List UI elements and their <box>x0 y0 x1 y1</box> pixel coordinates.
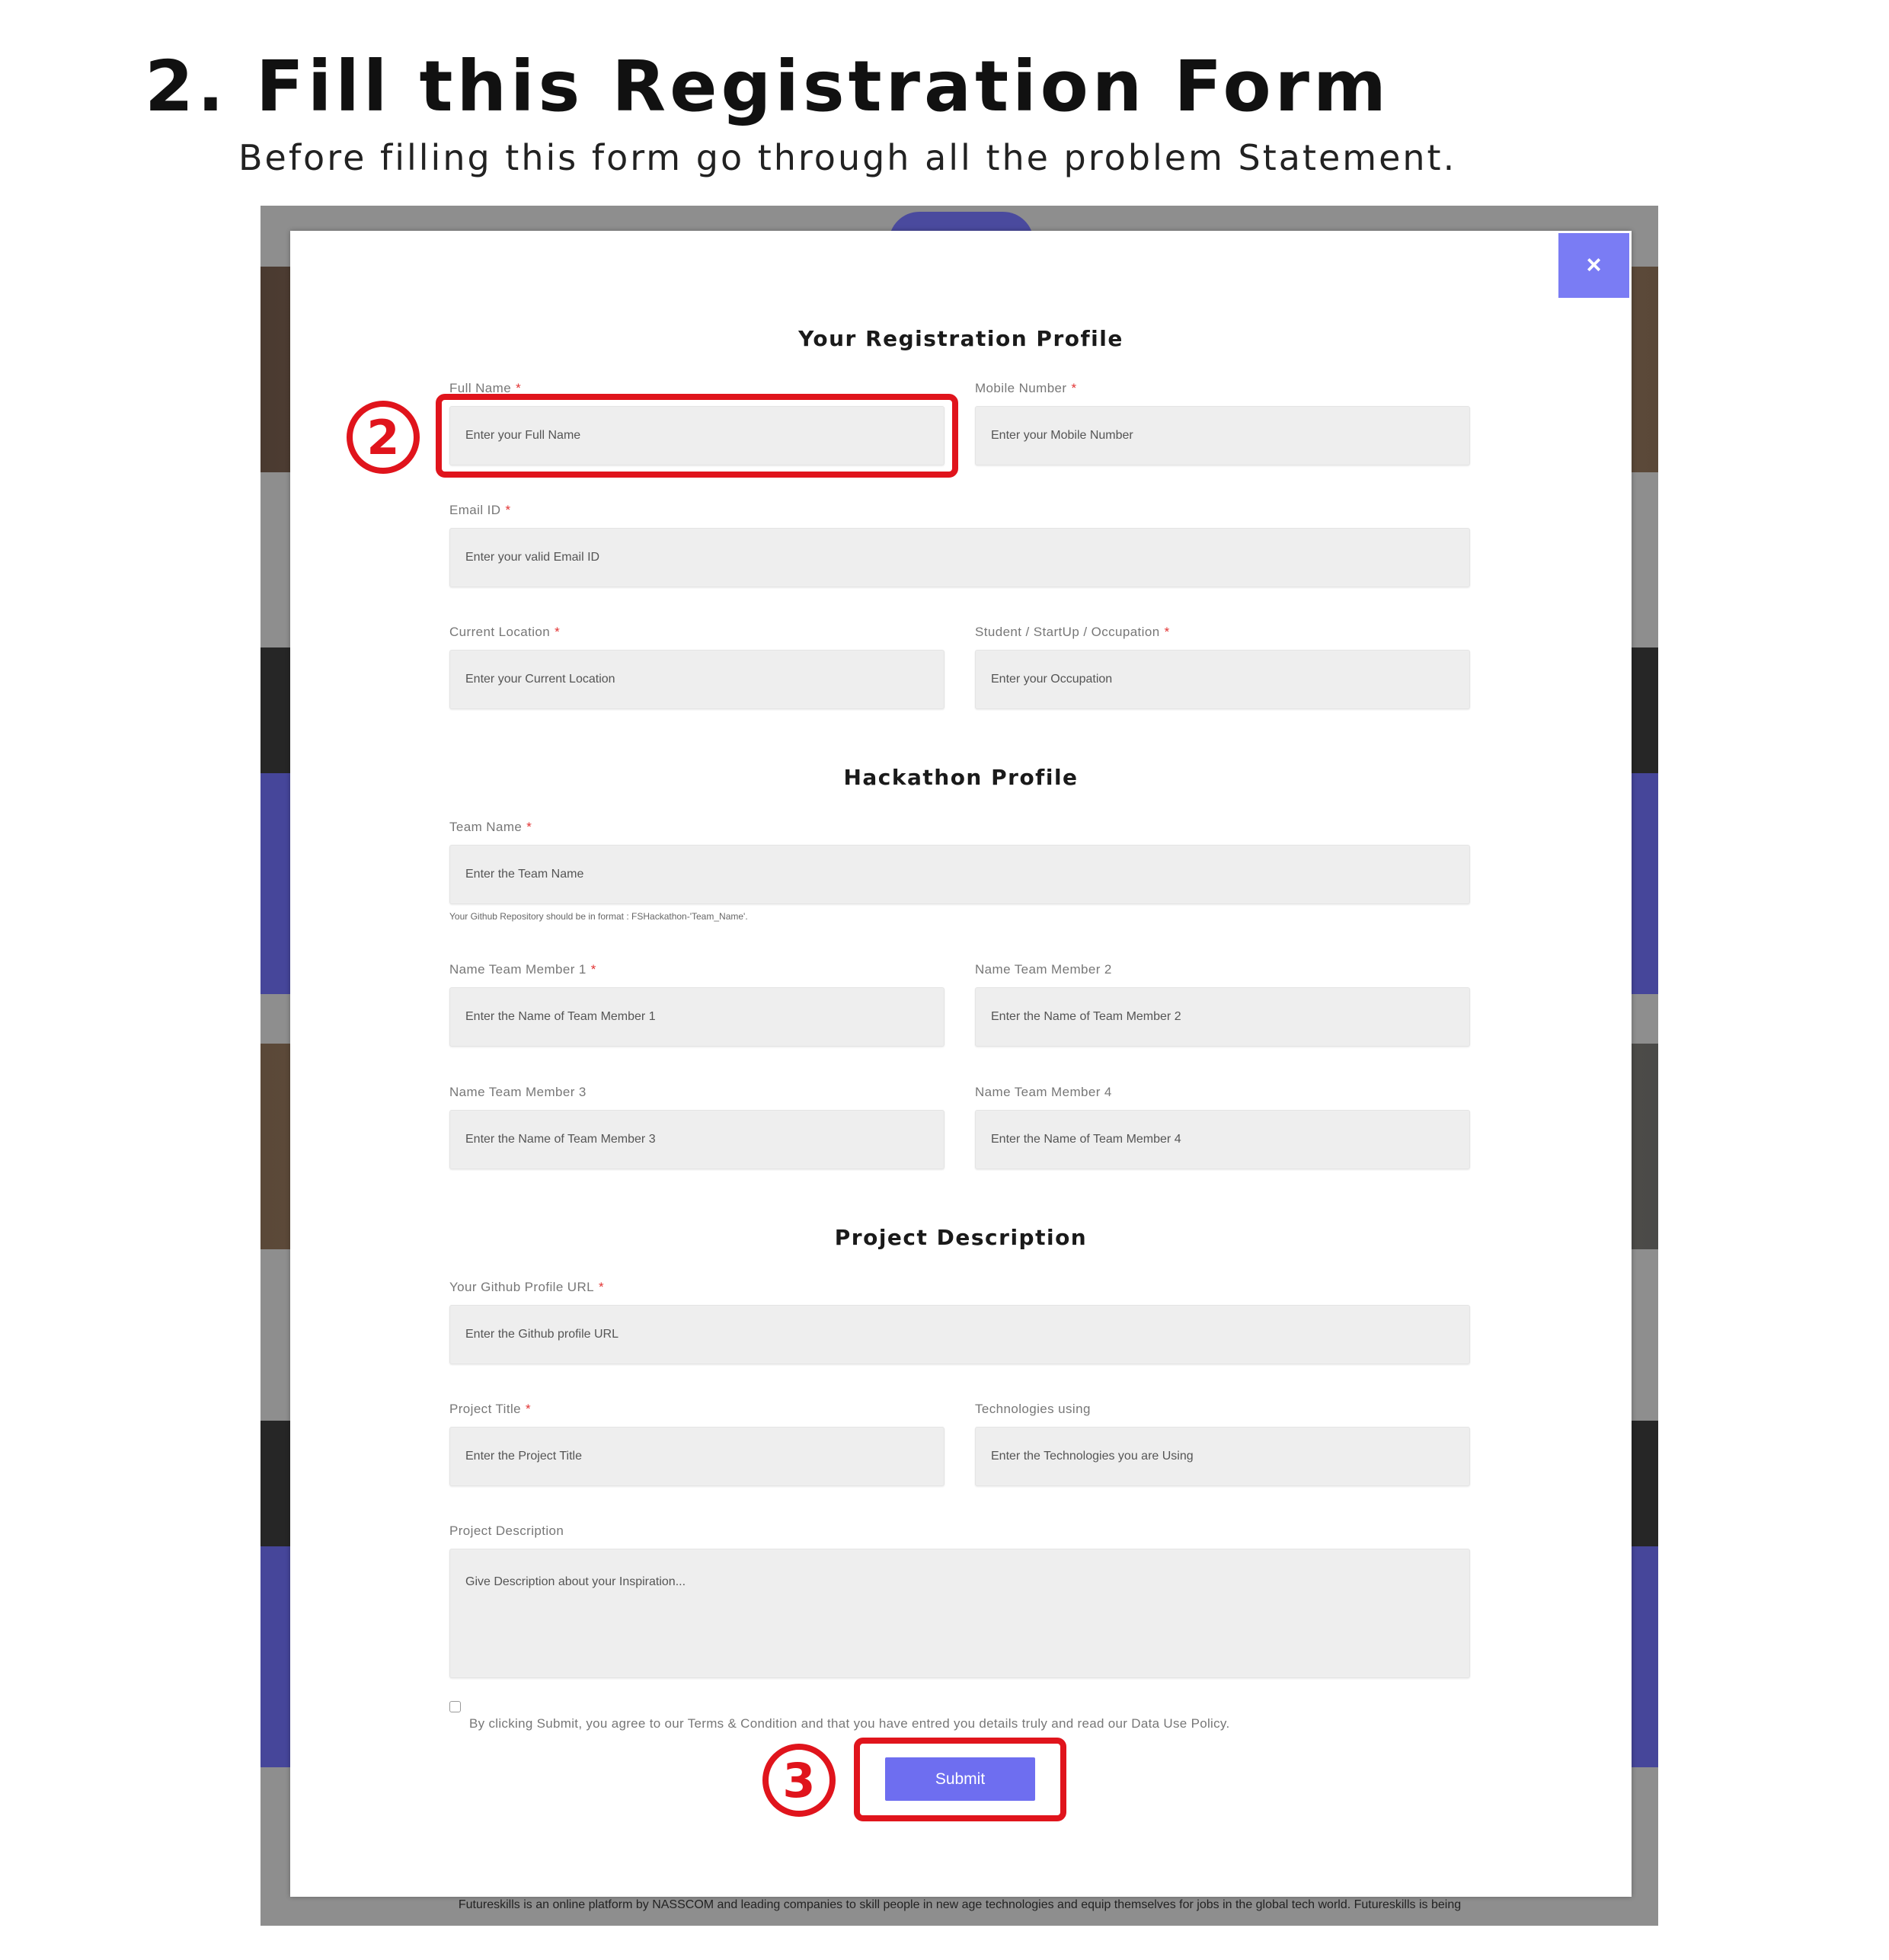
team-member-3-label: Name Team Member 3 <box>449 1085 587 1099</box>
team-member-2-input[interactable]: Enter the Name of Team Member 2 <box>975 987 1470 1047</box>
email-label: Email ID * <box>449 503 511 517</box>
technologies-label: Technologies using <box>975 1402 1091 1416</box>
team-member-4-label: Name Team Member 4 <box>975 1085 1112 1099</box>
occupation-input[interactable]: Enter your Occupation <box>975 650 1470 709</box>
technologies-placeholder: Enter the Technologies you are Using <box>991 1450 1194 1463</box>
highlight-submit <box>854 1738 1066 1821</box>
email-input[interactable]: Enter your valid Email ID <box>449 528 1470 587</box>
team-name-label: Team Name * <box>449 820 532 834</box>
mobile-number-input[interactable]: Enter your Mobile Number <box>975 406 1470 465</box>
occupation-label: Student / StartUp / Occupation * <box>975 625 1170 639</box>
project-title-input[interactable]: Enter the Project Title <box>449 1427 944 1486</box>
current-location-input[interactable]: Enter your Current Location <box>449 650 944 709</box>
section-title-project: Project Description <box>834 1225 1088 1250</box>
occupation-placeholder: Enter your Occupation <box>991 673 1113 686</box>
project-title-label: Project Title * <box>449 1402 532 1416</box>
team-name-hint: Your Github Repository should be in form… <box>449 911 748 922</box>
page-subtitle: Before filling this form go through all … <box>238 137 1457 178</box>
team-member-4-placeholder: Enter the Name of Team Member 4 <box>991 1133 1181 1146</box>
page-title: 2. Fill this Registration Form <box>145 46 1390 127</box>
step-3-badge: 3 <box>762 1744 836 1817</box>
team-member-3-input[interactable]: Enter the Name of Team Member 3 <box>449 1110 944 1169</box>
team-member-1-label: Name Team Member 1 * <box>449 962 596 977</box>
project-description-label: Project Description <box>449 1524 564 1538</box>
team-name-input[interactable]: Enter the Team Name <box>449 845 1470 904</box>
team-member-4-input[interactable]: Enter the Name of Team Member 4 <box>975 1110 1470 1169</box>
section-title-hackathon: Hackathon Profile <box>843 765 1079 790</box>
terms-text: By clicking Submit, you agree to our Ter… <box>469 1716 1230 1731</box>
current-location-label: Current Location * <box>449 625 561 639</box>
project-title-placeholder: Enter the Project Title <box>465 1450 582 1463</box>
highlight-full-name <box>436 394 958 478</box>
project-description-placeholder: Give Description about your Inspiration.… <box>465 1575 686 1588</box>
technologies-input[interactable]: Enter the Technologies you are Using <box>975 1427 1470 1486</box>
team-member-3-placeholder: Enter the Name of Team Member 3 <box>465 1133 656 1146</box>
team-member-1-placeholder: Enter the Name of Team Member 1 <box>465 1010 656 1023</box>
team-member-1-input[interactable]: Enter the Name of Team Member 1 <box>449 987 944 1047</box>
current-location-placeholder: Enter your Current Location <box>465 673 615 686</box>
project-description-textarea[interactable]: Give Description about your Inspiration.… <box>449 1549 1470 1678</box>
mobile-number-placeholder: Enter your Mobile Number <box>991 429 1133 442</box>
email-placeholder: Enter your valid Email ID <box>465 551 600 564</box>
terms-checkbox[interactable] <box>449 1701 461 1712</box>
close-button[interactable]: × <box>1558 233 1629 298</box>
github-url-input[interactable]: Enter the Github profile URL <box>449 1305 1470 1364</box>
mobile-number-label: Mobile Number * <box>975 381 1077 395</box>
footer-text: Futureskills is an online platform by NA… <box>458 1898 1462 1911</box>
team-member-2-label: Name Team Member 2 <box>975 962 1112 977</box>
github-url-label: Your Github Profile URL * <box>449 1280 605 1294</box>
github-url-placeholder: Enter the Github profile URL <box>465 1328 618 1341</box>
team-member-2-placeholder: Enter the Name of Team Member 2 <box>991 1010 1181 1023</box>
step-2-badge: 2 <box>347 401 420 474</box>
section-title-registration: Your Registration Profile <box>798 326 1123 351</box>
team-name-placeholder: Enter the Team Name <box>465 868 584 881</box>
